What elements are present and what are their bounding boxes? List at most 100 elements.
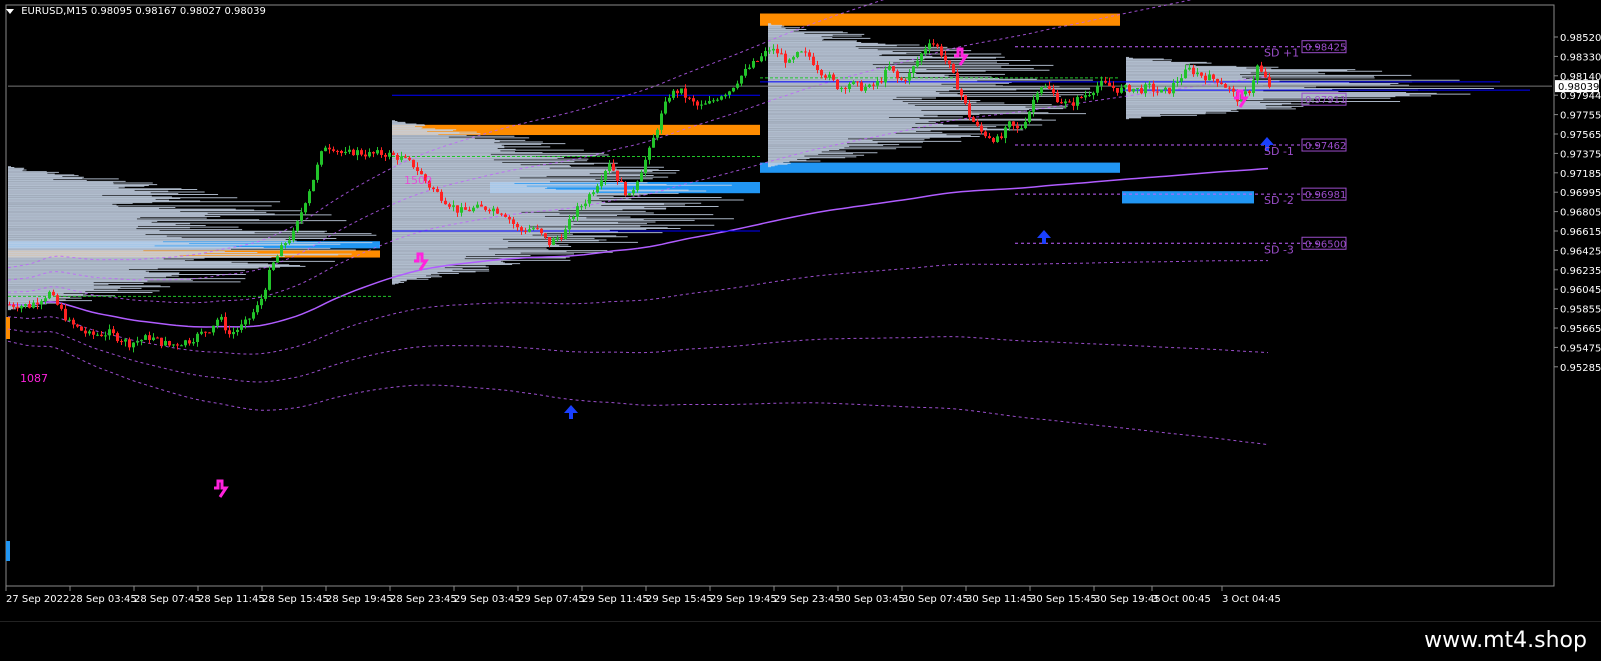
bull-candle [104,335,107,337]
bull-candle [704,103,707,105]
bull-candle [1084,95,1087,98]
y-tick-label: 0.97565 [1560,130,1601,141]
bull-candle [1244,91,1247,95]
chart-window: SD +1 0.98425 SD -1 0.97462 SD -2 0.96981 SD -… [0,0,1601,621]
bull-candle [344,151,347,154]
bear-candle [1016,125,1019,129]
bear-candle [940,46,943,56]
bull-candle [1004,127,1007,139]
bull-candle [368,152,371,157]
bull-candle [720,96,723,100]
menu-triangle-icon[interactable] [6,8,14,14]
bull-candle [596,186,599,193]
bull-candle [600,180,603,187]
bull-candle [272,262,275,270]
y-tick-label: 0.95285 [1560,363,1601,374]
bull-candle [1148,83,1151,85]
bull-candle [588,194,591,204]
bull-candle [136,341,139,343]
bull-candle [884,69,887,83]
sd-value: 0.97911 [1305,95,1346,106]
profile-volume-label: 1087 [20,372,48,385]
y-tick-label: 0.97755 [1560,111,1601,122]
x-tick-label: 29 Sep 11:45 [582,594,649,605]
bull-candle [1100,80,1103,86]
bear-candle [56,295,59,305]
bear-candle [176,344,179,346]
bear-candle [1232,88,1235,92]
bull-candle [1252,80,1255,94]
bear-candle [12,304,15,307]
bear-candle [1228,87,1231,89]
bear-candle [36,302,39,305]
x-tick-label: 29 Sep 23:45 [774,594,841,605]
bull-candle [732,87,735,92]
bear-candle [612,163,615,171]
bear-candle [1152,83,1155,92]
bull-candle [764,50,767,57]
bull-candle [236,329,239,333]
x-tick-label: 29 Sep 07:45 [518,594,585,605]
bull-candle [212,325,215,333]
bear-candle [856,81,859,83]
bull-candle [1160,89,1163,93]
bull-candle [580,206,583,208]
brand-url[interactable]: www.mt4.shop [1424,628,1587,653]
bull-candle [1036,93,1039,100]
bull-candle [356,150,359,156]
bull-candle [700,104,703,106]
bear-candle [156,337,159,339]
bear-candle [160,337,163,346]
bull-candle [320,151,323,165]
bear-candle [1116,87,1119,93]
bear-candle [448,204,451,207]
ohlc-values: 0.98095 0.98167 0.98027 0.98039 [90,6,266,17]
bull-candle [476,204,479,208]
bear-candle [956,72,959,90]
bull-candle [724,94,727,97]
x-tick-label: 30 Sep 07:45 [902,594,969,605]
bull-candle [712,100,715,102]
bear-candle [100,334,103,337]
x-tick-label: 28 Sep 07:45 [134,594,201,605]
chart-header: EURUSD,M15 0.98095 0.98167 0.98027 0.980… [6,6,266,17]
bear-candle [520,227,523,231]
bear-candle [936,44,939,47]
bear-candle [932,43,935,45]
sd-value: 0.96981 [1305,190,1346,201]
bull-candle [1176,81,1179,83]
bull-candle [460,207,463,213]
bear-candle [128,339,131,348]
bull-candle [68,319,71,321]
bull-candle [744,68,747,76]
bear-candle [1128,85,1131,92]
bear-candle [1000,136,1003,139]
bull-candle [400,156,403,160]
bull-candle [308,191,311,204]
bear-candle [188,340,191,344]
bear-candle [484,206,487,210]
bear-candle [560,237,563,240]
bull-candle [552,238,555,246]
bear-candle [880,80,883,83]
bear-candle [688,97,691,99]
bear-candle [1260,65,1263,72]
footer-bar: www.mt4.shop [0,621,1601,661]
bear-candle [396,154,399,160]
bull-candle [628,193,631,196]
bear-candle [1052,88,1055,94]
bull-candle [1144,84,1147,94]
y-tick-label: 0.95665 [1560,324,1601,335]
bull-candle [572,216,575,220]
bear-candle [60,304,63,309]
bear-candle [1140,88,1143,94]
price-chart[interactable]: SD +1 0.98425 SD -1 0.97462 SD -2 0.96981 SD -… [0,0,1601,621]
x-tick-label: 29 Sep 15:45 [646,594,713,605]
bear-candle [624,182,627,196]
bear-candle [536,228,539,230]
bear-candle [540,228,543,234]
bear-candle [436,189,439,192]
bear-candle [1192,67,1195,75]
bull-candle [648,147,651,160]
bull-candle [564,229,567,240]
